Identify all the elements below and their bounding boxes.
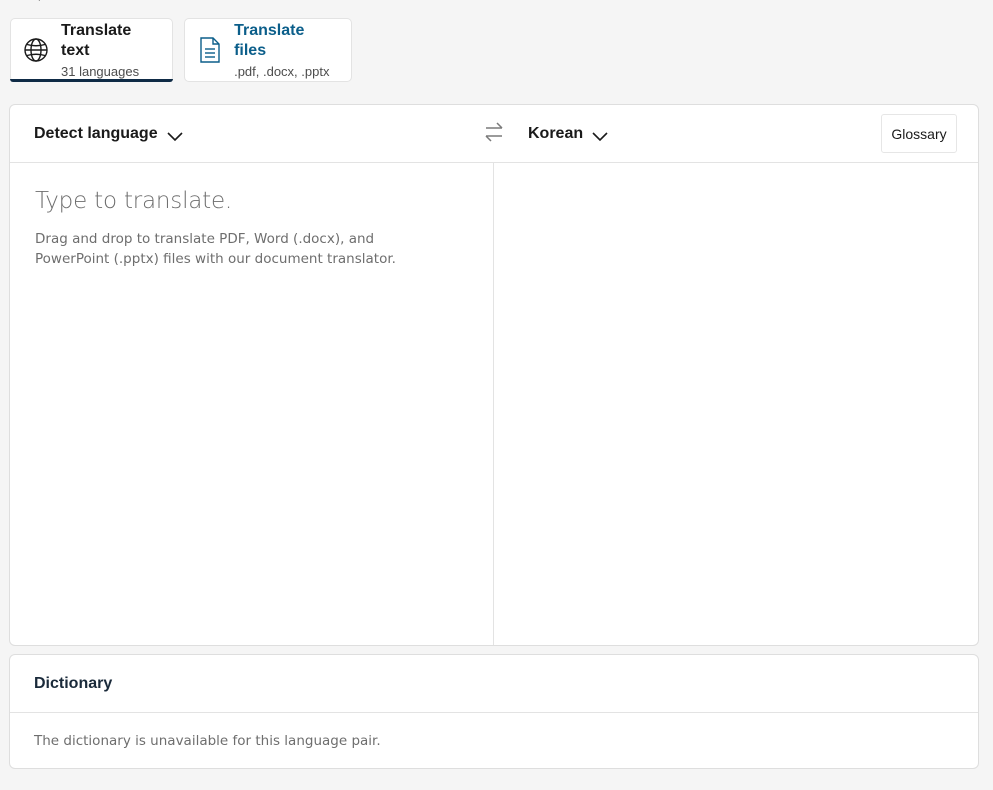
translator-panel: Detect language Korean Glossary Type to … [9,104,979,646]
source-language-label: Detect language [34,124,158,142]
target-text-output [494,163,978,645]
dictionary-panel: Dictionary The dictionary is unavailable… [9,654,979,769]
dictionary-header: Dictionary [10,655,978,713]
target-language-select[interactable]: Korean [528,105,608,162]
translation-panes: Type to translate. Drag and drop to tran… [10,163,978,645]
tab-title: Translate files [234,21,305,59]
tab-title: Translate text [61,21,132,59]
tab-subtitle: .pdf, .docx, .pptx [234,63,330,79]
tab-translate-text[interactable]: Translate text 31 languages [10,18,173,82]
tab-subtitle: 31 languages [61,63,140,79]
document-icon [197,37,222,63]
source-hint: Drag and drop to translate PDF, Word (.d… [35,231,396,267]
swap-languages-button[interactable] [482,121,506,147]
chevron-down-icon [167,129,183,141]
dictionary-title: Dictionary [34,674,113,692]
source-placeholder: Type to translate. [35,188,233,214]
swap-arrows-icon [483,121,505,147]
dictionary-message: The dictionary is unavailable for this l… [34,733,381,749]
language-bar: Detect language Korean Glossary [10,105,978,163]
target-language-label: Korean [528,124,584,142]
tab-translate-files[interactable]: Translate files .pdf, .docx, .pptx [184,18,352,82]
source-text-input[interactable]: Type to translate. Drag and drop to tran… [10,163,494,645]
source-language-select[interactable]: Detect language [34,105,183,162]
globe-icon [23,37,49,63]
back-arrow-icon[interactable] [30,0,46,2]
glossary-button[interactable]: Glossary [881,114,957,153]
mode-tabs: Translate text 31 languages Translate fi… [10,18,352,82]
chevron-down-icon [592,129,608,141]
